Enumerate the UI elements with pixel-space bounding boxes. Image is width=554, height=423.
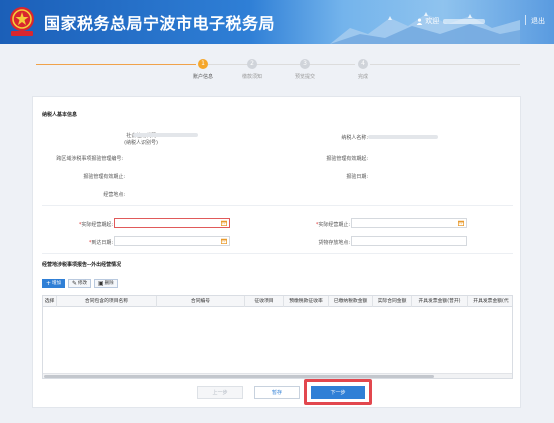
step-progress: 1 账户信息 2 缴款须知 3 预览提交 4 完成 [0,55,554,85]
activity-section-title: 经营地涉税事项报告--外出经营情况 [42,262,122,268]
section-divider [42,253,513,254]
welcome-text: 欢迎 [425,17,440,25]
step-line [370,64,520,65]
column-header[interactable]: 开具发票金额(代 [468,296,512,307]
verify-date-label: 报验日期: [346,174,368,180]
trash-icon: ▣ [98,279,104,287]
step-account-info: 1 账户信息 [183,59,223,80]
taxpayer-name-value-redacted [368,135,438,139]
business-address-label: 经营地点: [103,192,125,198]
arrival-date-input[interactable] [115,237,229,245]
user-icon [416,18,423,25]
column-header[interactable]: 选择 [43,296,57,307]
user-name-redacted [443,18,486,24]
table-horizontal-scrollbar[interactable] [43,373,512,378]
plus-icon: + [46,279,52,287]
pencil-icon: ✎ [72,279,78,287]
goods-location-label: 货物存放地点: [318,240,350,246]
actual-end-input[interactable] [352,219,466,227]
step-label: 缴款须知 [241,74,262,80]
actual-start-input[interactable] [115,219,229,227]
calendar-icon[interactable] [221,220,227,226]
header-banner: 国家税务总局宁波市电子税务局 欢迎 退出 [0,0,554,44]
taxpayer-id-label: (纳税人识别号) [124,140,158,146]
actual-end-field[interactable] [351,218,467,228]
user-area[interactable]: 欢迎 [416,16,486,26]
column-header[interactable]: 征收项目 [245,296,284,307]
header-divider [525,15,526,25]
next-step-button[interactable]: 下一步 [311,386,365,399]
main-panel: 纳税人基本信息 社会信用代码: (纳税人识别号) 纳税人名称: 跨区域涉税事项报… [32,96,521,408]
column-header[interactable]: 合同编号 [157,296,245,307]
logout-link[interactable]: 退出 [531,16,545,26]
step-label: 完成 [357,74,368,80]
site-title: 国家税务总局宁波市电子税务局 [44,14,276,33]
actual-start-label: *实际经营期起: [78,222,113,228]
calendar-icon[interactable] [458,220,464,226]
step-line [205,64,355,65]
step-label: 账户信息 [192,74,213,80]
arrival-date-label: *到达日期: [88,240,113,246]
section-divider [42,205,513,206]
step-preview-submit: 3 预览提交 [285,59,325,80]
activity-table: 选择 合同包含的项目名称 合同编号 征收项目 预缴税款征收率 已缴纳税款金额 实… [42,295,513,379]
verify-start-label: 报验管理有效期起: [326,156,368,162]
step-complete: 4 完成 [343,59,383,80]
step-dot: 2 [247,59,257,69]
save-draft-button[interactable]: 暂存 [254,386,300,399]
taxpayer-name-label: 纳税人名称: [341,135,368,141]
calendar-icon[interactable] [221,238,227,244]
edit-row-button[interactable]: ✎ 修改 [68,279,92,288]
table-header: 选择 合同包含的项目名称 合同编号 征收项目 预缴税款征收率 已缴纳税款金额 实… [43,296,512,307]
column-header[interactable]: 开具发票金额(普开) [412,296,468,307]
actual-end-label: *实际经营期止: [315,222,350,228]
scrollbar-thumb[interactable] [44,375,434,378]
column-header[interactable]: 合同包含的项目名称 [57,296,157,307]
step-dot: 4 [358,59,368,69]
prev-step-button[interactable]: 上一步 [197,386,243,399]
goods-location-field[interactable] [351,236,467,246]
step-payment-notice: 2 缴款须知 [232,59,272,80]
goods-location-input[interactable] [352,237,466,245]
cross-region-no-label: 跨区域涉税事项报验管理编号: [56,156,123,162]
column-header[interactable]: 已缴纳税款金额 [329,296,373,307]
column-header[interactable]: 实际合同金额 [373,296,412,307]
arrival-date-field[interactable] [114,236,230,246]
basic-info-title: 纳税人基本信息 [42,112,78,118]
step-dot: 3 [300,59,310,69]
step-label: 预览提交 [294,74,315,80]
actual-start-field[interactable] [114,218,230,228]
verify-end-label: 报验管理有效期止: [83,174,125,180]
add-row-button[interactable]: + 增加 [42,279,66,288]
delete-row-button[interactable]: ▣ 删除 [94,279,118,288]
step-line-completed [36,64,196,65]
credit-code-value-redacted [133,133,198,137]
column-header[interactable]: 预缴税款征收率 [284,296,329,307]
step-dot: 1 [198,59,208,69]
tax-emblem-icon [10,7,34,36]
